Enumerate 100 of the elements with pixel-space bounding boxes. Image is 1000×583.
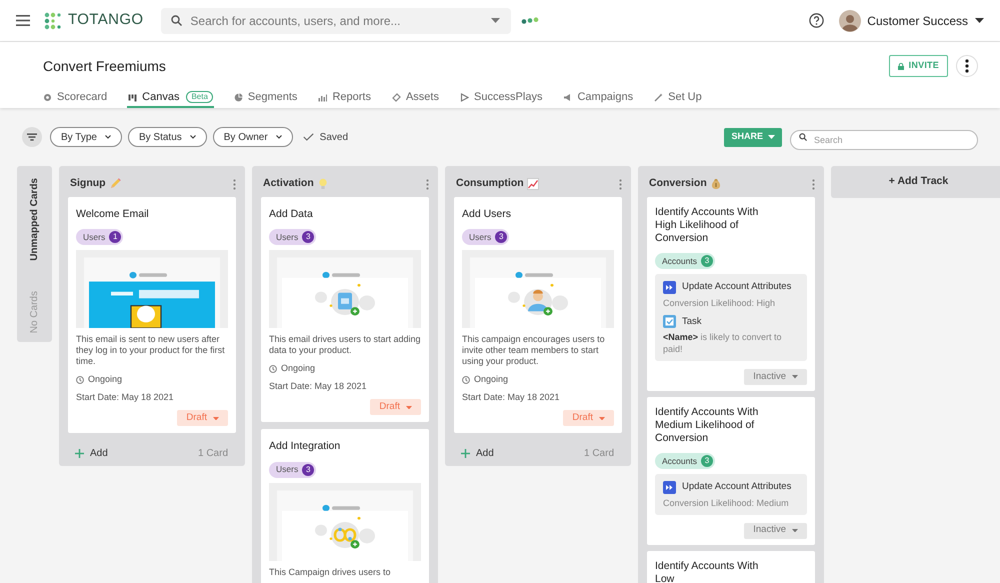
filter-icon[interactable] bbox=[22, 127, 42, 147]
card-title: Add Integration bbox=[269, 439, 342, 454]
filter-dropdown[interactable]: By Type bbox=[50, 127, 122, 147]
search-field[interactable]: Search for accounts, users, and more... bbox=[161, 8, 512, 34]
empty-label: No Cards bbox=[28, 290, 41, 334]
card-title: Identify Accounts With Low bbox=[655, 560, 760, 583]
clock-icon bbox=[269, 365, 277, 374]
card-count: 1 Card bbox=[584, 446, 615, 461]
card-description: This email is sent to new users after they log in to your product for the first time. bbox=[76, 334, 226, 368]
clock-icon bbox=[462, 376, 470, 384]
fast-forward-icon bbox=[663, 480, 676, 494]
search-icon bbox=[171, 15, 182, 26]
card-title: Identify Accounts With Medium Likelihood of Conversion bbox=[655, 406, 760, 445]
caret-icon bbox=[768, 135, 775, 139]
card[interactable]: Add Integration Users 3 This Campaign drives users to bbox=[261, 429, 429, 583]
tab-icon bbox=[654, 92, 664, 102]
tab-icon bbox=[128, 92, 138, 102]
caret-icon bbox=[975, 18, 984, 23]
card[interactable]: Identify Accounts With High Likelihood of Conversion Accounts 3 Update Account Attributes Conversion Likelihood: High Task <Name> is likely to convert to paid! Inactive bbox=[647, 197, 815, 391]
card-title: Identify Accounts With High Likelihood of Conversion bbox=[655, 206, 760, 245]
logo-text: TOTANGO bbox=[68, 10, 144, 30]
card-title: Add Users bbox=[462, 207, 512, 221]
audience-tag: Users 3 bbox=[462, 229, 510, 246]
column-title: Conversion bbox=[649, 176, 707, 192]
start-date: Start Date: May 18 2021 bbox=[269, 380, 368, 393]
action-detail: Conversion Likelihood: High bbox=[663, 296, 776, 309]
schedule-label: Ongoing bbox=[281, 362, 316, 376]
nav-tab[interactable]: Scorecard bbox=[42, 88, 108, 108]
card[interactable]: Identify Accounts With Medium Likelihood of Conversion Accounts 3 Update Account Attributes Conversion Likelihood: Medium Inactive bbox=[647, 396, 815, 544]
action-title: Update Account Attributes bbox=[682, 480, 792, 494]
add-track-button[interactable]: + Add Track bbox=[831, 166, 1000, 198]
tab-icon bbox=[392, 92, 401, 102]
nav-tab[interactable]: Assets bbox=[390, 88, 440, 108]
caret-icon bbox=[406, 406, 412, 410]
caret-icon bbox=[491, 18, 500, 23]
card[interactable]: Add Data Users 3 This email drives users to start adding data to your product. Ongoing Start Date: May 18 2021 Draft bbox=[261, 197, 429, 422]
nav-tab[interactable]: Reports bbox=[317, 88, 372, 108]
tab-icon bbox=[460, 92, 469, 102]
check-icon bbox=[302, 133, 314, 141]
card[interactable]: Welcome Email Users 1 This email is sent to new users after they log in to your product for the first time. Ongoing Start Date: May 18 2021 Draft bbox=[68, 197, 236, 434]
card[interactable]: Add Users Users 3 This campaign encourages users to invite other team members to start using your product. Ongoing Start Date: May 18 2021 Draft bbox=[454, 197, 622, 434]
audience-tag: Users 1 bbox=[76, 229, 124, 246]
page-title: Convert Freemiums bbox=[43, 56, 166, 76]
filter-dropdown[interactable]: By Status bbox=[128, 127, 207, 147]
tab-icon bbox=[318, 92, 328, 102]
tab-icon bbox=[234, 92, 243, 102]
clock-icon bbox=[76, 376, 84, 384]
card-count: 1 Card bbox=[198, 446, 229, 461]
caret-icon bbox=[792, 528, 798, 532]
chart-icon bbox=[526, 178, 539, 190]
fast-forward-icon bbox=[663, 281, 676, 294]
checkbox-icon bbox=[663, 315, 676, 328]
saved-status: Saved bbox=[320, 130, 348, 144]
card-title: Add Data bbox=[269, 207, 314, 221]
column-title: Consumption bbox=[456, 176, 524, 192]
search-field[interactable]: Search bbox=[790, 130, 978, 150]
pencil-icon bbox=[108, 178, 121, 190]
card[interactable]: Identify Accounts With Low bbox=[647, 550, 815, 583]
card-description: This email drives users to start adding data to your product. bbox=[269, 334, 421, 356]
card-title: Welcome Email bbox=[76, 207, 150, 221]
column-title: Activation bbox=[263, 176, 314, 192]
panel-title: Unmapped Cards bbox=[28, 178, 41, 261]
avatar-icon[interactable] bbox=[839, 10, 862, 32]
nav-tab[interactable]: Set Up bbox=[653, 88, 703, 108]
chevron-down-icon bbox=[276, 135, 282, 139]
plus-icon bbox=[75, 448, 84, 458]
nav-tab[interactable]: SuccessPlays bbox=[458, 88, 544, 108]
user-name[interactable]: Customer Success bbox=[867, 12, 968, 30]
add-card-button[interactable]: Add bbox=[75, 446, 108, 461]
start-date: Start Date: May 18 2021 bbox=[462, 390, 561, 404]
nav-tab[interactable]: Campaigns bbox=[562, 88, 634, 108]
menu-icon[interactable] bbox=[16, 15, 30, 26]
tab-icon bbox=[43, 92, 52, 102]
chevron-down-icon bbox=[104, 135, 111, 139]
column-title: Signup bbox=[70, 176, 106, 192]
action-detail: <Name> is likely to convert to paid! bbox=[663, 330, 783, 355]
audience-tag: Users 3 bbox=[269, 229, 316, 246]
more-options-icon[interactable] bbox=[956, 55, 978, 77]
plus-icon bbox=[461, 448, 470, 458]
help-icon[interactable] bbox=[809, 13, 824, 28]
action-title: Update Account Attributes bbox=[682, 280, 792, 294]
caret-icon bbox=[792, 375, 798, 379]
loading-dots-icon bbox=[521, 17, 540, 24]
status-dropdown[interactable]: Inactive bbox=[744, 368, 807, 385]
action-detail: Conversion Likelihood: Medium bbox=[663, 496, 790, 508]
card-description: This Campaign drives users to bbox=[269, 566, 392, 578]
add-card-button[interactable]: Add bbox=[461, 446, 494, 461]
caret-icon bbox=[599, 416, 605, 420]
filter-dropdown[interactable]: By Owner bbox=[212, 127, 293, 147]
nav-tab[interactable]: Canvas Beta bbox=[127, 88, 214, 108]
schedule-label: Ongoing bbox=[474, 373, 508, 386]
search-icon bbox=[799, 133, 807, 141]
status-dropdown[interactable]: Inactive bbox=[744, 522, 807, 538]
beta-badge: Beta bbox=[186, 91, 213, 103]
lock-icon bbox=[898, 62, 904, 70]
light-bulb-icon bbox=[316, 178, 329, 190]
nav-tab[interactable]: Segments bbox=[232, 88, 298, 108]
audience-tag: Accounts 3 bbox=[655, 453, 715, 470]
caret-icon bbox=[213, 416, 219, 420]
logo-icon bbox=[44, 12, 62, 30]
